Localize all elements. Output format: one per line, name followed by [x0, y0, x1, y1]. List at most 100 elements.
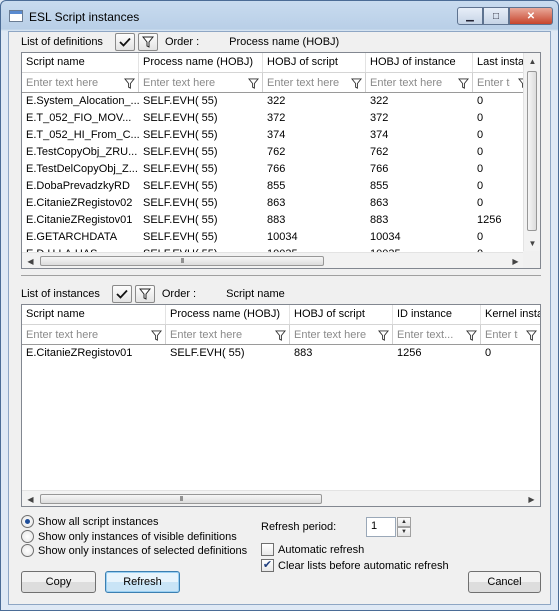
scroll-right-icon[interactable]: ▶: [507, 253, 524, 268]
column-header[interactable]: ID instance: [393, 305, 481, 324]
column-header[interactable]: Script name: [22, 305, 166, 324]
column-header[interactable]: HOBJ of instance: [366, 53, 473, 72]
table-row[interactable]: E.T_052_HI_From_C... SELF.EVH( 55) 374 374 0: [22, 127, 533, 144]
table-cell: 863: [267, 197, 286, 209]
filter-input[interactable]: [473, 73, 514, 92]
definitions-vertical-scrollbar[interactable]: ▲ ▼: [523, 53, 540, 252]
table-row[interactable]: E.TestCopyObj_ZRU... SELF.EVH( 55) 762 762 0: [22, 144, 533, 161]
filter-input[interactable]: [290, 325, 374, 344]
table-cell: E.DobaPrevadzkyRD: [26, 180, 130, 192]
column-filter-button[interactable]: [523, 327, 539, 343]
definitions-hscroll-thumb[interactable]: III: [40, 256, 324, 266]
filter-icon: [274, 329, 286, 341]
column-filter-button[interactable]: [148, 327, 164, 343]
filter-icon: [247, 77, 259, 89]
scroll-down-icon[interactable]: ▼: [524, 235, 540, 252]
table-row[interactable]: E.T_052_FIO_MOV... SELF.EVH( 55) 372 372 0: [22, 110, 533, 127]
title-bar[interactable]: ESL Script instances ▁ □ ✕: [1, 1, 558, 31]
clear-lists-checkbox[interactable]: ✔ Clear lists before automatic refresh: [261, 558, 449, 573]
close-button[interactable]: ✕: [509, 7, 553, 25]
column-header[interactable]: HOBJ of script: [290, 305, 393, 324]
table-row[interactable]: E.TestDelCopyObj_Z... SELF.EVH( 55) 766 766…: [22, 161, 533, 178]
scroll-right-icon[interactable]: ▶: [523, 491, 540, 506]
refresh-period-spinner[interactable]: ▲ ▼: [397, 517, 411, 537]
instances-hscroll-thumb[interactable]: III: [40, 494, 322, 504]
definitions-filter-button[interactable]: [137, 33, 158, 51]
maximize-button[interactable]: □: [483, 7, 509, 25]
table-cell: 374: [267, 129, 286, 141]
column-filter-button[interactable]: [348, 75, 364, 91]
filter-cell: [393, 325, 481, 344]
filter-input[interactable]: [366, 73, 454, 92]
scroll-up-icon[interactable]: ▲: [524, 53, 540, 70]
instances-checkmark-button[interactable]: [111, 285, 132, 303]
table-row[interactable]: E.System_Alocation_... SELF.EVH( 55) 322 32…: [22, 93, 533, 110]
column-header[interactable]: HOBJ of script: [263, 53, 366, 72]
minimize-button[interactable]: ▁: [457, 7, 483, 25]
radio-button[interactable]: [21, 544, 34, 557]
filter-input[interactable]: [481, 325, 522, 344]
column-filter-button[interactable]: [272, 327, 288, 343]
scroll-left-icon[interactable]: ◀: [22, 491, 39, 506]
column-filter-button[interactable]: [245, 75, 261, 91]
copy-button[interactable]: Copy: [21, 571, 96, 593]
definitions-horizontal-scrollbar[interactable]: ◀ III ▶: [22, 252, 524, 268]
column-filter-button[interactable]: [375, 327, 391, 343]
column-header[interactable]: Kernel insta: [481, 305, 540, 324]
table-cell: E.CitanieZRegistov02: [26, 197, 133, 209]
automatic-refresh-checkbox[interactable]: Automatic refresh: [261, 542, 364, 557]
spin-down-icon[interactable]: ▼: [397, 527, 411, 537]
table-cell: 762: [370, 146, 389, 158]
definitions-toolbar: List of definitions Order : Process name…: [21, 32, 339, 52]
column-header[interactable]: Process name (HOBJ): [139, 53, 263, 72]
radio-label: Show all script instances: [38, 515, 159, 528]
table-cell: E.GETARCHDATA: [26, 231, 118, 243]
table-row[interactable]: E.CitanieZRegistov01 SELF.EVH( 55) 883 1256…: [22, 345, 540, 362]
table-cell: 1256: [397, 347, 422, 359]
table-row[interactable]: E.GETARCHDATA SELF.EVH( 55) 10034 10034 0: [22, 229, 533, 246]
table-cell: 855: [267, 180, 286, 192]
definitions-checkmark-button[interactable]: [114, 33, 135, 51]
radio-show-all[interactable]: Show all script instances: [21, 514, 158, 529]
filter-input[interactable]: [22, 73, 120, 92]
table-cell: E.System_Alocation_...: [26, 95, 139, 107]
scroll-corner: [523, 251, 540, 268]
column-header[interactable]: Script name: [22, 53, 139, 72]
refresh-period-input[interactable]: 1: [366, 517, 396, 537]
instances-toolbar: List of instances Order : Script name: [21, 284, 285, 304]
panel-splitter[interactable]: [21, 275, 541, 276]
checkbox-icon[interactable]: [261, 543, 274, 556]
spin-up-icon[interactable]: ▲: [397, 517, 411, 527]
table-row[interactable]: E.CitanieZRegistov02 SELF.EVH( 55) 863 863 0: [22, 195, 533, 212]
filter-icon: [150, 329, 162, 341]
filter-input[interactable]: [263, 73, 347, 92]
cancel-button[interactable]: Cancel: [468, 571, 541, 593]
filter-input[interactable]: [139, 73, 244, 92]
radio-button[interactable]: [21, 530, 34, 543]
column-filter-button[interactable]: [455, 75, 471, 91]
table-row[interactable]: E.DobaPrevadzkyRD SELF.EVH( 55) 855 855 0: [22, 178, 533, 195]
table-cell: 883: [267, 214, 286, 226]
refresh-button[interactable]: Refresh: [105, 571, 180, 593]
application-icon: [9, 10, 23, 22]
table-cell: SELF.EVH( 55): [143, 146, 218, 158]
filter-input[interactable]: [22, 325, 147, 344]
instances-horizontal-scrollbar[interactable]: ◀ III ▶: [22, 490, 540, 506]
definitions-vscroll-thumb[interactable]: [527, 71, 537, 231]
checkbox-icon[interactable]: ✔: [261, 559, 274, 572]
table-row[interactable]: E.CitanieZRegistov01 SELF.EVH( 55) 883 883 1…: [22, 212, 533, 229]
radio-selected-definitions[interactable]: Show only instances of selected definiti…: [21, 543, 247, 558]
filter-input[interactable]: [166, 325, 271, 344]
radio-button[interactable]: [21, 515, 34, 528]
column-filter-button[interactable]: [121, 75, 137, 91]
filter-input[interactable]: [393, 325, 462, 344]
instances-filter-row: [22, 325, 540, 345]
column-filter-button[interactable]: [463, 327, 479, 343]
instances-filter-button[interactable]: [134, 285, 155, 303]
filter-cell: [366, 73, 473, 92]
column-header[interactable]: Process name (HOBJ): [166, 305, 290, 324]
scroll-left-icon[interactable]: ◀: [22, 253, 39, 268]
table-cell: SELF.EVH( 55): [143, 197, 218, 209]
radio-visible-definitions[interactable]: Show only instances of visible definitio…: [21, 529, 237, 544]
table-cell: SELF.EVH( 55): [143, 112, 218, 124]
